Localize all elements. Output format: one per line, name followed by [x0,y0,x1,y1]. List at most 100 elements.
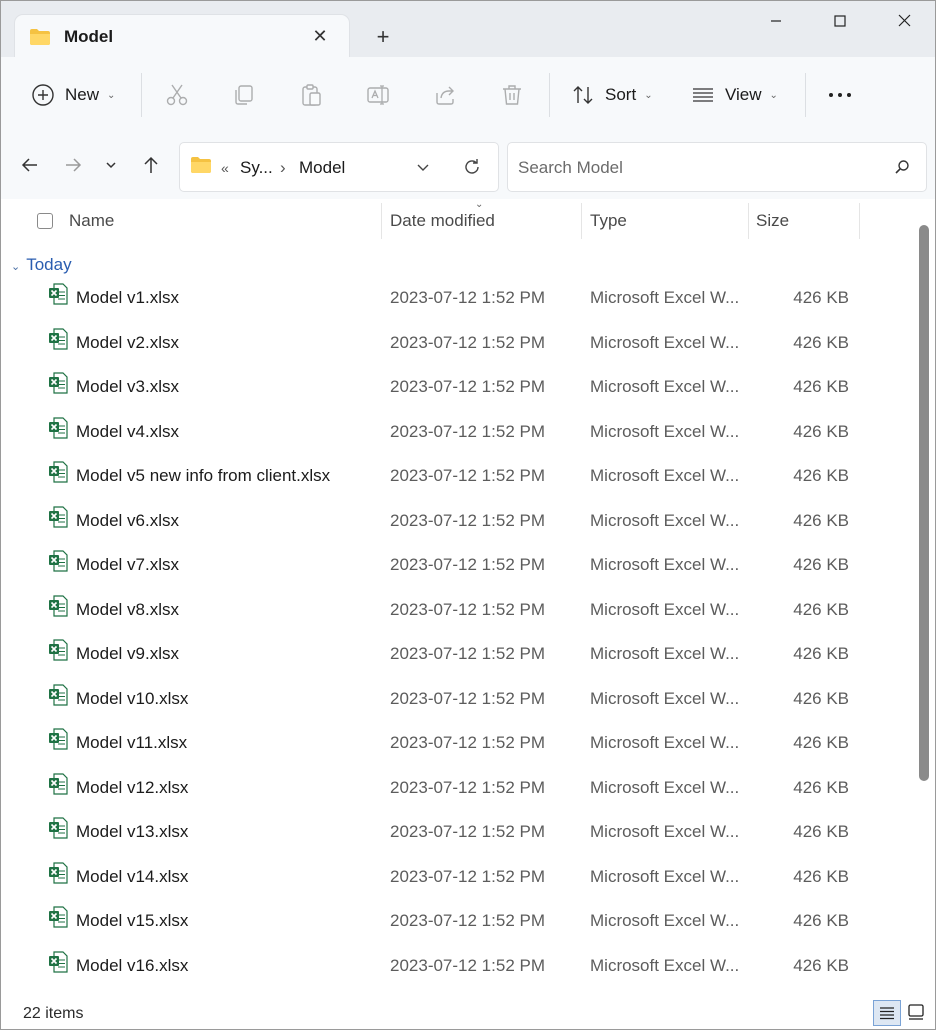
new-button[interactable]: New ⌄ [31,75,115,115]
cut-icon [166,84,188,106]
maximize-button[interactable] [817,7,863,39]
sort-indicator-icon: ⌄ [475,199,484,210]
file-name: Model v9.xlsx [76,644,179,663]
copy-button[interactable] [232,75,256,115]
file-name: Model v5 new info from client.xlsx [76,466,331,485]
file-size: 426 KB [793,733,849,752]
column-header-name[interactable]: Name [69,211,114,231]
folder-icon [29,28,51,51]
file-size: 426 KB [793,955,849,975]
file-size: 426 KB [793,421,849,441]
file-row[interactable]: Model v4.xlsx 2023-07-12 1:52 PM Microsoft… [1,415,911,459]
file-row[interactable]: Model v10.xlsx 2023-07-12 1:52 PM Microsof… [1,682,911,726]
file-name: Model v11.xlsx [76,733,188,752]
recent-locations-button[interactable] [99,155,123,179]
search-box[interactable] [507,142,927,192]
file-row[interactable]: Model v8.xlsx 2023-07-12 1:52 PM Microsoft… [1,593,911,637]
search-input[interactable] [516,155,880,181]
view-button[interactable]: View ⌄ [691,75,778,115]
file-row[interactable]: Model v1.xlsx 2023-07-12 1:52 PM Microsoft… [1,281,911,325]
file-row[interactable]: Model v15.xlsx 2023-07-12 1:52 PM Microsof… [1,904,911,948]
file-row[interactable]: Model v11.xlsx 2023-07-12 1:52 PM Microsof… [1,726,911,770]
file-row[interactable]: Model v2.xlsx 2023-07-12 1:52 PM Microsoft… [1,326,911,370]
group-label: Today [26,255,72,274]
maximize-icon [834,15,846,27]
chevron-down-icon: ⌄ [11,261,21,273]
file-name: Model v16.xlsx [76,955,189,975]
preview-view-button[interactable] [902,1000,930,1026]
excel-file-icon [48,372,68,399]
breadcrumb-system[interactable]: Sy... [240,158,273,178]
forward-button[interactable] [61,155,85,179]
paste-button[interactable] [299,75,323,115]
select-all-checkbox[interactable] [37,213,53,229]
file-row[interactable]: Model v9.xlsx 2023-07-12 1:52 PM Microsoft… [1,637,911,681]
view-icon [693,88,713,102]
file-date: 2023-07-12 1:52 PM [390,866,545,886]
file-name: Model v1.xlsx [76,288,179,307]
file-type: Microsoft Excel W... [590,377,740,396]
file-list: Name ⌄ Date modified Type Size ⌄ Today Mo… [1,199,935,999]
file-name: Model v7.xlsx [76,555,179,574]
excel-file-icon [48,861,68,889]
file-row[interactable]: Model v5 new info from client.xlsx 2023-0… [1,459,911,503]
column-divider[interactable] [748,203,749,239]
file-size: 426 KB [793,377,849,396]
file-date: 2023-07-12 1:52 PM [390,555,545,574]
divider [549,73,550,117]
column-header-size[interactable]: Size [756,211,789,231]
rename-button[interactable] [366,75,390,115]
file-size: 426 KB [793,911,849,930]
file-row[interactable]: Model v16.xlsx 2023-07-12 1:52 PM Microsof… [1,949,911,993]
sort-button[interactable]: Sort ⌄ [571,75,653,115]
column-divider[interactable] [859,203,860,239]
file-date: 2023-07-12 1:52 PM [390,599,545,619]
address-dropdown-button[interactable] [414,158,432,181]
up-button[interactable] [139,155,163,179]
sort-label: Sort [605,85,637,104]
file-date: 2023-07-12 1:52 PM [390,822,545,841]
excel-file-icon [48,772,68,800]
file-name: Model v14.xlsx [76,866,189,886]
minimize-button[interactable] [753,7,799,39]
close-button[interactable] [881,7,927,39]
file-name: Model v12.xlsx [76,777,189,797]
file-name: Model v3.xlsx [76,377,179,396]
arrow-left-icon [21,158,37,172]
overflow-crumbs[interactable]: « [221,160,229,176]
delete-button[interactable] [500,75,524,115]
scrollbar-thumb[interactable] [919,225,929,781]
details-view-button[interactable] [873,1000,901,1026]
file-row[interactable]: Model v7.xlsx 2023-07-12 1:52 PM Microsoft… [1,548,911,592]
file-row[interactable]: Model v12.xlsx 2023-07-12 1:52 PM Microsof… [1,771,911,815]
excel-file-icon [48,639,68,666]
excel-file-icon [48,505,68,533]
file-date: 2023-07-12 1:52 PM [390,377,545,396]
breadcrumb-separator[interactable]: › [280,158,286,178]
breadcrumb-model[interactable]: Model [299,158,345,178]
more-options-button[interactable] [827,75,853,115]
new-tab-button[interactable]: + [369,23,397,51]
excel-file-icon [48,906,68,933]
column-divider[interactable] [381,203,382,239]
file-row[interactable]: Model v3.xlsx 2023-07-12 1:52 PM Microsoft… [1,370,911,414]
file-row[interactable]: Model v14.xlsx 2023-07-12 1:52 PM Microsof… [1,860,911,904]
file-row[interactable]: Model v6.xlsx 2023-07-12 1:52 PM Microsoft… [1,504,911,548]
back-button[interactable] [18,155,42,179]
close-tab-button[interactable]: ✕ [307,23,333,49]
column-header-date[interactable]: Date modified [390,211,495,231]
divider [805,73,806,117]
chevron-down-icon [417,164,429,171]
tab-model[interactable]: Model ✕ [15,15,349,57]
share-button[interactable] [433,75,457,115]
file-type: Microsoft Excel W... [590,777,740,797]
cut-button[interactable] [165,75,189,115]
file-size: 426 KB [793,866,849,886]
column-header-type[interactable]: Type [590,211,627,231]
address-bar[interactable]: « Sy... › Model [179,142,499,192]
group-header-today[interactable]: ⌄ Today [11,255,72,275]
file-row[interactable]: Model v13.xlsx 2023-07-12 1:52 PM Microsof… [1,815,911,859]
refresh-button[interactable] [462,157,482,182]
column-divider[interactable] [581,203,582,239]
file-date: 2023-07-12 1:52 PM [390,466,545,485]
